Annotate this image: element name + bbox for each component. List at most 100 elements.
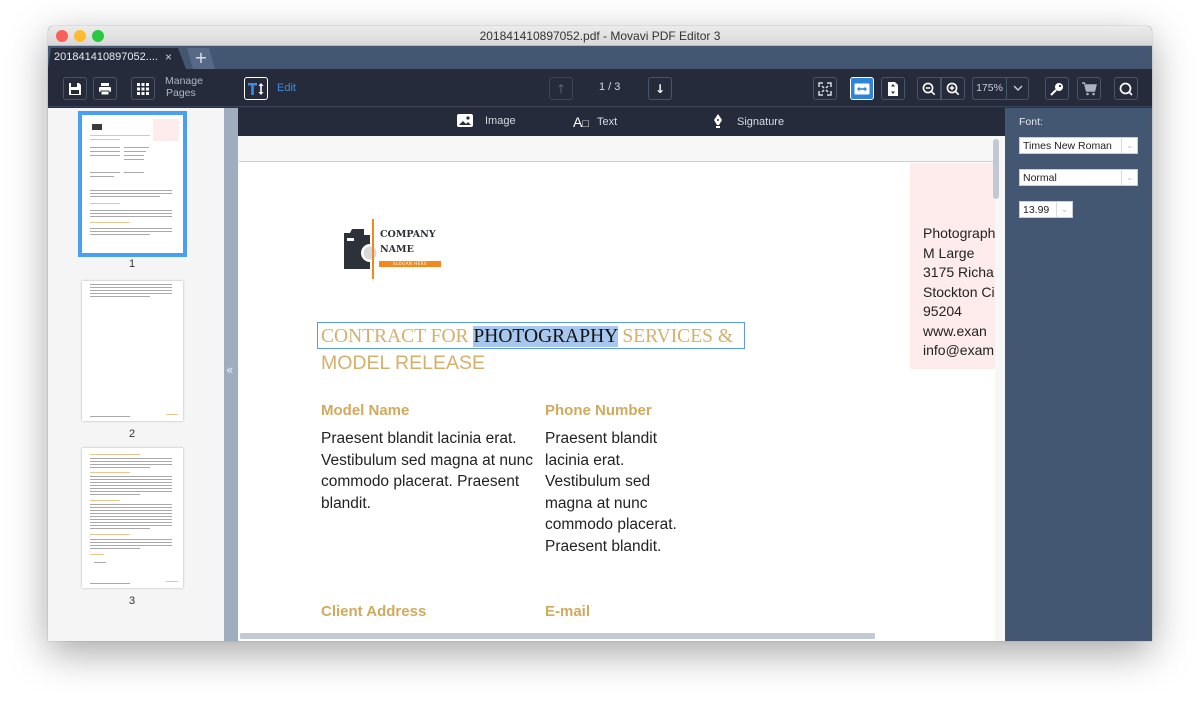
zoom-out-icon bbox=[922, 82, 936, 95]
arrow-up-icon: ↑ bbox=[555, 81, 567, 96]
add-image-tool[interactable]: Image bbox=[457, 114, 516, 127]
pen-nib-icon bbox=[714, 114, 722, 128]
zoom-level-select[interactable]: 175% bbox=[972, 77, 1029, 100]
chevron-down-icon: ⌄ bbox=[1056, 202, 1072, 217]
contact-line: M Large bbox=[923, 244, 975, 261]
tab-bar: 201841410897052.... × + bbox=[48, 46, 1152, 69]
camera-icon bbox=[344, 219, 378, 279]
vertical-scrollbar[interactable] bbox=[993, 139, 999, 199]
font-label: Font: bbox=[1019, 116, 1043, 128]
title-text: CONTRACT FOR bbox=[321, 326, 474, 347]
text-tool-label: Text bbox=[597, 116, 618, 128]
logo-slogan: SLOGAN HERE bbox=[379, 261, 441, 267]
font-style-value: Normal bbox=[1023, 172, 1057, 184]
fit-page-button[interactable] bbox=[813, 77, 837, 100]
page-number-label: 3 bbox=[128, 595, 136, 607]
font-family-select[interactable]: Times New Roman ⌄ bbox=[1019, 137, 1138, 154]
page-thumbnails-panel: 1 2 3 bbox=[48, 108, 224, 641]
font-style-select[interactable]: Normal ⌄ bbox=[1019, 169, 1138, 186]
document-title-line2: MODEL RELEASE bbox=[321, 352, 485, 374]
add-text-tool[interactable]: A□ Text bbox=[573, 114, 617, 130]
edit-label[interactable]: Edit bbox=[277, 82, 296, 94]
fullscreen-icon bbox=[818, 81, 832, 96]
contact-line: Stockton Ci bbox=[923, 283, 995, 300]
print-button[interactable] bbox=[93, 77, 117, 100]
image-tool-label: Image bbox=[485, 114, 516, 127]
contact-line: www.exan bbox=[923, 322, 987, 339]
zoom-out-button[interactable] bbox=[917, 77, 941, 100]
page-indicator: 1 / 3 bbox=[599, 81, 621, 93]
app-window: 201841410897052.pdf - Movavi PDF Editor … bbox=[48, 26, 1152, 641]
logo-company: COMPANY bbox=[380, 229, 436, 240]
page-thumbnail-1[interactable] bbox=[78, 111, 187, 257]
field-heading: Model Name bbox=[321, 402, 410, 419]
edit-tools-bar: Image A□ Text Signature bbox=[238, 108, 1005, 136]
manage-pages-label-line1: Manage bbox=[165, 75, 203, 87]
font-family-value: Times New Roman bbox=[1023, 140, 1112, 152]
signature-tool-label: Signature bbox=[737, 115, 785, 128]
page-thumbnail-2[interactable] bbox=[82, 281, 183, 421]
font-size-select[interactable]: 13.99 ⌄ bbox=[1019, 201, 1073, 218]
grid-icon bbox=[137, 82, 149, 95]
text-edit-icon bbox=[248, 82, 264, 95]
selected-text[interactable]: PHOTOGRAPHY bbox=[473, 326, 618, 347]
zoom-in-icon bbox=[946, 82, 960, 95]
fit-width-icon bbox=[854, 83, 870, 94]
print-icon bbox=[99, 82, 111, 95]
page-number-label: 2 bbox=[128, 428, 136, 440]
close-tab-icon[interactable]: × bbox=[165, 50, 172, 64]
buy-button[interactable] bbox=[1077, 77, 1101, 100]
font-properties-panel: Font: Times New Roman ⌄ Normal ⌄ 13.99 ⌄ bbox=[1005, 108, 1152, 641]
search-icon bbox=[1119, 82, 1133, 96]
window-title: 201841410897052.pdf - Movavi PDF Editor … bbox=[479, 29, 721, 43]
document-viewport[interactable]: Photograph M Large 3175 Richa Stockton C… bbox=[238, 136, 1005, 641]
field-body: Praesent blandit lacinia erat. Vestibulu… bbox=[545, 430, 677, 555]
contact-info-text: Photograph M Large 3175 Richa Stockton C… bbox=[923, 224, 995, 361]
horizontal-scrollbar[interactable] bbox=[240, 633, 875, 639]
key-activate-button[interactable] bbox=[1045, 77, 1069, 100]
add-signature-tool[interactable]: Signature bbox=[713, 114, 784, 129]
contact-line: 95204 bbox=[923, 303, 962, 319]
contact-line: 3175 Richa bbox=[923, 264, 994, 280]
fit-width-button[interactable] bbox=[850, 77, 874, 100]
page-scroll-icon bbox=[888, 81, 898, 96]
contact-line: Photograph bbox=[923, 225, 995, 241]
key-icon bbox=[1050, 82, 1063, 96]
zoom-in-button[interactable] bbox=[941, 77, 965, 100]
manage-pages-button[interactable] bbox=[131, 77, 155, 100]
text-icon: A□ bbox=[573, 114, 589, 130]
image-icon bbox=[457, 114, 473, 127]
manage-pages-label[interactable]: Manage Pages bbox=[165, 75, 203, 99]
document-title-line1[interactable]: CONTRACT FOR PHOTOGRAPHY SERVICES & bbox=[321, 326, 733, 348]
edit-text-button[interactable] bbox=[244, 77, 268, 100]
chevron-down-icon bbox=[1007, 78, 1028, 99]
previous-page-button[interactable]: ↑ bbox=[549, 77, 573, 100]
pdf-page: Photograph M Large 3175 Richa Stockton C… bbox=[239, 161, 995, 641]
field-heading: E-mail bbox=[545, 603, 591, 620]
title-bar: 201841410897052.pdf - Movavi PDF Editor … bbox=[48, 26, 1152, 46]
chevron-down-icon: ⌄ bbox=[1121, 170, 1137, 185]
search-button[interactable] bbox=[1114, 77, 1138, 100]
new-tab-button[interactable]: + bbox=[187, 48, 215, 69]
field-body: Praesent blandit lacinia erat. Vestibulu… bbox=[321, 430, 533, 512]
tab-document[interactable]: 201841410897052.... × bbox=[48, 48, 186, 69]
manage-pages-label-line2: Pages bbox=[166, 87, 196, 99]
sidebar-splitter[interactable]: « bbox=[224, 108, 238, 641]
tab-label: 201841410897052.... bbox=[54, 51, 158, 63]
collapse-sidebar-icon[interactable]: « bbox=[226, 363, 233, 377]
field-heading: Client Address bbox=[321, 603, 427, 620]
company-logo: COMPANY NAME SLOGAN HERE bbox=[342, 219, 452, 279]
save-button[interactable] bbox=[63, 77, 87, 100]
continuous-scroll-button[interactable] bbox=[881, 77, 905, 100]
cart-icon bbox=[1082, 81, 1097, 95]
main-toolbar: Manage Pages Edit ↑ 1 / 3 ↓ 175% bbox=[48, 69, 1152, 107]
font-size-value: 13.99 bbox=[1023, 204, 1050, 216]
field-heading: Phone Number bbox=[545, 402, 652, 419]
title-text: SERVICES & bbox=[617, 326, 733, 347]
arrow-down-icon: ↓ bbox=[654, 81, 666, 96]
contact-line: info@exam bbox=[923, 342, 995, 358]
page-thumbnail-3[interactable] bbox=[82, 448, 183, 588]
zoom-level-value: 175% bbox=[973, 78, 1007, 99]
next-page-button[interactable]: ↓ bbox=[648, 77, 672, 100]
save-icon bbox=[69, 82, 81, 95]
